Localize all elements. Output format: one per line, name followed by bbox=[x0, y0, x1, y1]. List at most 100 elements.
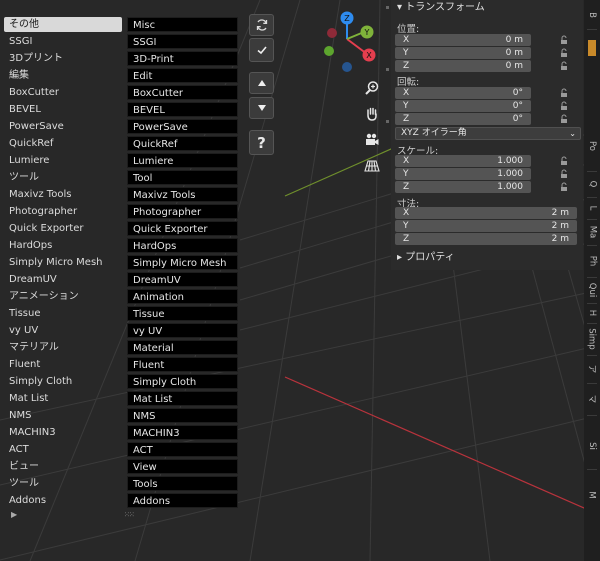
category-label[interactable]: Maxivz Tools bbox=[4, 187, 122, 202]
sidebar-tab[interactable]: ア bbox=[584, 356, 600, 382]
lock-icon[interactable] bbox=[559, 156, 569, 166]
category-name-field[interactable]: vy UV bbox=[127, 323, 238, 338]
category-name-field[interactable]: Quick Exporter bbox=[127, 221, 238, 236]
category-label[interactable]: Simply Micro Mesh bbox=[4, 255, 122, 270]
category-name-field[interactable]: Photographer bbox=[127, 204, 238, 219]
category-label[interactable]: HardOps bbox=[4, 238, 122, 253]
category-label[interactable]: Lumiere bbox=[4, 153, 122, 168]
category-name-field[interactable]: Tool bbox=[127, 170, 238, 185]
category-name-field[interactable]: Simply Micro Mesh bbox=[127, 255, 238, 270]
confirm-button[interactable] bbox=[249, 38, 274, 62]
category-label[interactable]: Mat List bbox=[4, 391, 122, 406]
category-name-field[interactable]: 3D-Print bbox=[127, 51, 238, 66]
category-name-field[interactable]: Tissue bbox=[127, 306, 238, 321]
category-label[interactable]: ツール bbox=[4, 170, 122, 185]
lock-icon[interactable] bbox=[559, 61, 569, 71]
transform-panel-header[interactable]: ▾ トランスフォーム bbox=[391, 0, 583, 16]
lock-icon[interactable] bbox=[559, 101, 569, 111]
navigation-gizmo[interactable]: Z Y X bbox=[318, 6, 386, 74]
category-label[interactable]: 編集 bbox=[4, 68, 122, 83]
category-name-field[interactable]: Misc bbox=[127, 17, 238, 32]
category-name-field[interactable]: Addons bbox=[127, 493, 238, 508]
sidebar-tab[interactable]: Si bbox=[584, 424, 600, 468]
category-label[interactable]: BEVEL bbox=[4, 102, 122, 117]
category-label[interactable]: Quick Exporter bbox=[4, 221, 122, 236]
category-label[interactable]: ACT bbox=[4, 442, 122, 457]
lock-icon[interactable] bbox=[559, 169, 569, 179]
sidebar-tab[interactable]: H bbox=[584, 304, 600, 322]
category-name-field[interactable]: Mat List bbox=[127, 391, 238, 406]
expand-triangle-icon[interactable]: ▶ bbox=[11, 510, 17, 519]
camera-view-button[interactable] bbox=[362, 130, 382, 150]
category-label[interactable]: DreamUV bbox=[4, 272, 122, 287]
gizmo-neg-z[interactable] bbox=[342, 62, 352, 72]
sidebar-tab[interactable]: B bbox=[584, 2, 600, 28]
category-name-field[interactable]: BEVEL bbox=[127, 102, 238, 117]
category-name-field[interactable]: Simply Cloth bbox=[127, 374, 238, 389]
scale-x-field[interactable]: X 1.000 bbox=[395, 155, 531, 167]
category-label[interactable]: Addons bbox=[4, 493, 122, 508]
sidebar-tab[interactable]: Ph bbox=[584, 246, 600, 276]
gizmo-neg-x[interactable] bbox=[327, 28, 337, 38]
gizmo-neg-y[interactable] bbox=[324, 46, 334, 56]
sidebar-tab[interactable]: マ bbox=[584, 384, 600, 414]
category-label[interactable]: マテリアル bbox=[4, 340, 122, 355]
category-name-field[interactable]: Maxivz Tools bbox=[127, 187, 238, 202]
active-tab-indicator[interactable] bbox=[588, 40, 596, 56]
rotation-y-field[interactable]: Y 0° bbox=[395, 100, 531, 112]
lock-icon[interactable] bbox=[559, 114, 569, 124]
resize-handle-icon[interactable]: ⁙⁙ bbox=[124, 511, 135, 519]
category-label[interactable]: 3Dプリント bbox=[4, 51, 122, 66]
category-name-field[interactable]: BoxCutter bbox=[127, 85, 238, 100]
category-name-field[interactable]: SSGI bbox=[127, 34, 238, 49]
category-label[interactable]: Tissue bbox=[4, 306, 122, 321]
category-name-field[interactable]: ACT bbox=[127, 442, 238, 457]
sidebar-tab[interactable]: Po bbox=[584, 122, 600, 170]
category-label[interactable]: Photographer bbox=[4, 204, 122, 219]
sidebar-tab[interactable]: M bbox=[584, 480, 600, 510]
category-name-field[interactable]: HardOps bbox=[127, 238, 238, 253]
location-x-field[interactable]: X 0 m bbox=[395, 34, 531, 46]
refresh-button[interactable] bbox=[249, 14, 274, 36]
category-label[interactable]: SSGI bbox=[4, 34, 122, 49]
category-label[interactable]: MACHIN3 bbox=[4, 425, 122, 440]
rotation-z-field[interactable]: Z 0° bbox=[395, 113, 531, 125]
category-label[interactable]: ビュー bbox=[4, 459, 122, 474]
lock-icon[interactable] bbox=[559, 35, 569, 45]
lock-icon[interactable] bbox=[559, 88, 569, 98]
category-name-field[interactable]: Material bbox=[127, 340, 238, 355]
category-label[interactable]: QuickRef bbox=[4, 136, 122, 151]
location-y-field[interactable]: Y 0 m bbox=[395, 47, 531, 59]
category-name-field[interactable]: Animation bbox=[127, 289, 238, 304]
sidebar-tab[interactable]: Ma bbox=[584, 220, 600, 244]
rotation-mode-select[interactable]: XYZ オイラー角 ⌄ bbox=[395, 127, 581, 140]
category-label[interactable]: アニメーション bbox=[4, 289, 122, 304]
category-label[interactable]: vy UV bbox=[4, 323, 122, 338]
category-name-field[interactable]: Lumiere bbox=[127, 153, 238, 168]
category-label[interactable]: その他 bbox=[4, 17, 122, 32]
category-label[interactable]: ツール bbox=[4, 476, 122, 491]
zoom-button[interactable] bbox=[362, 78, 382, 98]
category-name-field[interactable]: PowerSave bbox=[127, 119, 238, 134]
location-z-field[interactable]: Z 0 m bbox=[395, 60, 531, 72]
category-name-field[interactable]: DreamUV bbox=[127, 272, 238, 287]
move-up-button[interactable] bbox=[249, 72, 274, 94]
category-name-field[interactable]: Fluent bbox=[127, 357, 238, 372]
pan-button[interactable] bbox=[362, 104, 382, 124]
category-name-field[interactable]: QuickRef bbox=[127, 136, 238, 151]
properties-panel-header[interactable]: ▸ プロパティ bbox=[391, 250, 583, 266]
rotation-x-field[interactable]: X 0° bbox=[395, 87, 531, 99]
category-name-field[interactable]: Tools bbox=[127, 476, 238, 491]
perspective-toggle-button[interactable] bbox=[362, 156, 382, 176]
sidebar-tab[interactable]: Simp bbox=[584, 324, 600, 354]
category-label[interactable]: NMS bbox=[4, 408, 122, 423]
category-name-field[interactable]: NMS bbox=[127, 408, 238, 423]
scale-z-field[interactable]: Z 1.000 bbox=[395, 181, 531, 193]
lock-icon[interactable] bbox=[559, 48, 569, 58]
sidebar-tab[interactable]: Q bbox=[584, 172, 600, 196]
sidebar-tab[interactable]: Qui bbox=[584, 278, 600, 302]
category-name-field[interactable]: View bbox=[127, 459, 238, 474]
category-label[interactable]: PowerSave bbox=[4, 119, 122, 134]
dimension-y-field[interactable]: Y 2 m bbox=[395, 220, 577, 232]
category-name-field[interactable]: MACHIN3 bbox=[127, 425, 238, 440]
